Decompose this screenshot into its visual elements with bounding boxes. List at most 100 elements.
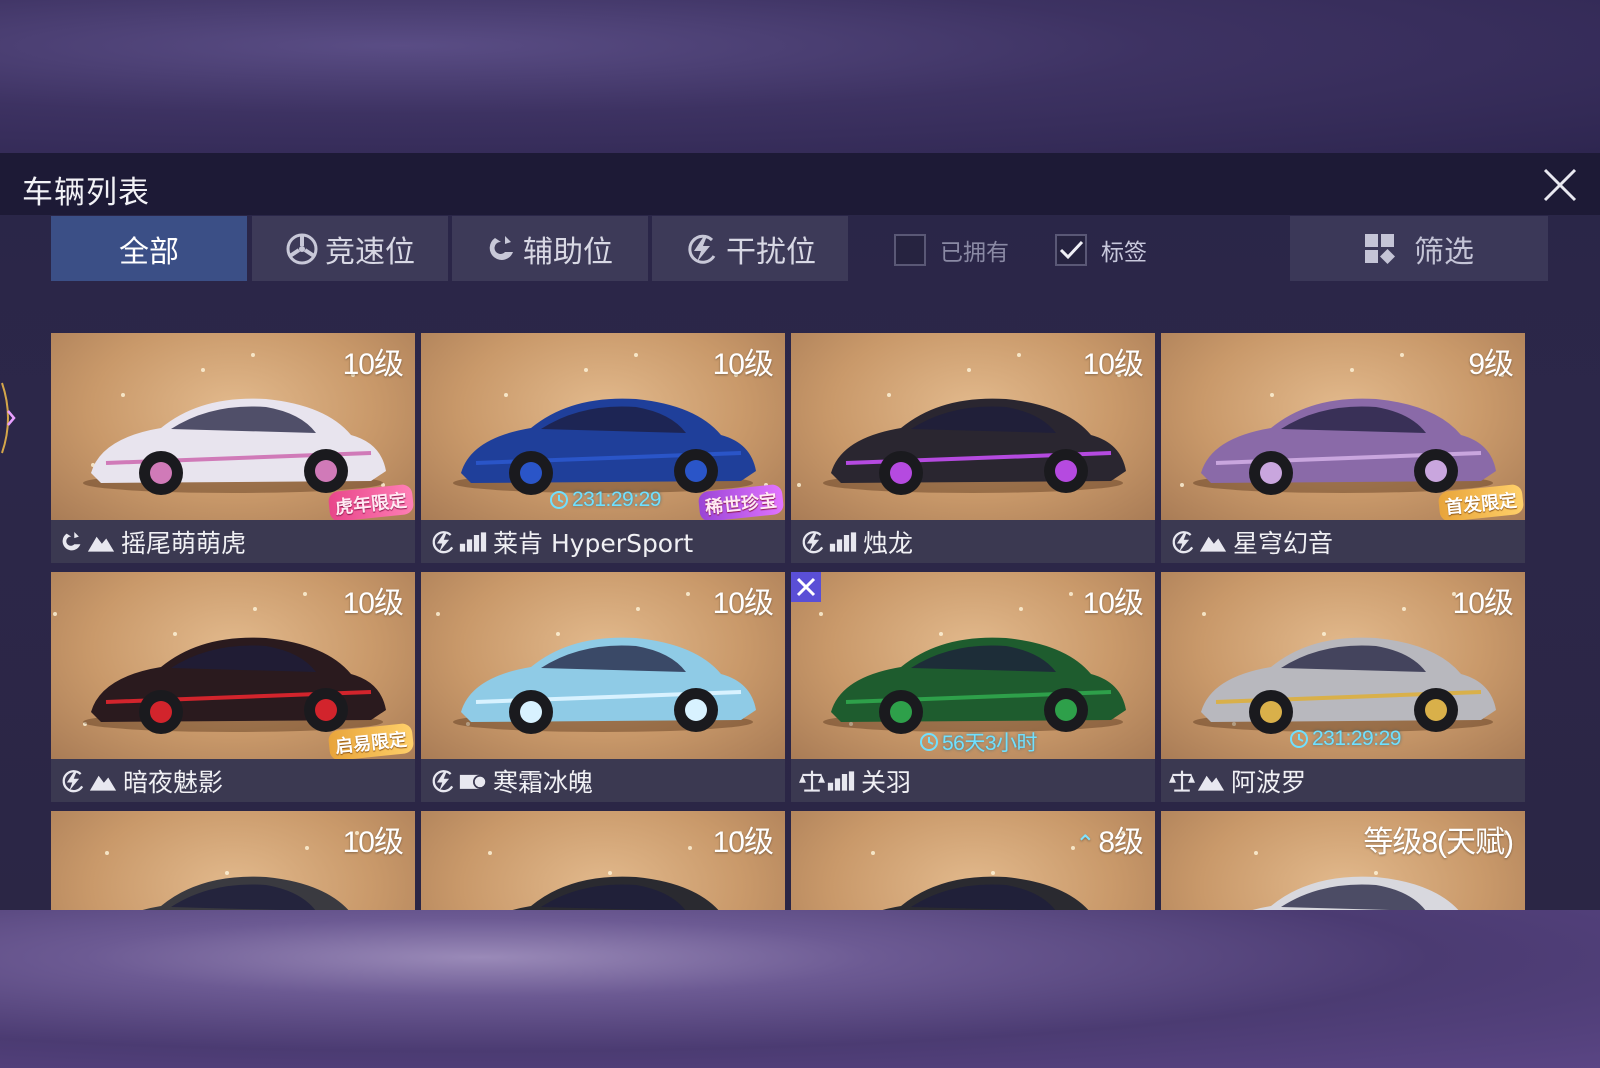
owned-checkbox[interactable]: 已拥有 [894, 233, 1009, 267]
vehicle-level: 10级 [1452, 578, 1514, 622]
tags-checkbox-box[interactable] [1055, 234, 1087, 266]
close-icon [1543, 168, 1577, 202]
lightning-icon [429, 529, 457, 555]
clock-icon [550, 491, 568, 509]
checkmark-icon [1059, 240, 1084, 260]
wrench-hammer-icon [796, 577, 816, 597]
vehicle-name: 阿波罗 [1231, 767, 1307, 797]
vehicle-card-image: 10级 启易限定 [51, 572, 415, 762]
lightning-icon [688, 234, 716, 264]
panel-header: 车辆列表 [0, 153, 1600, 215]
vehicle-level-text: 10级 [712, 587, 774, 620]
tab-all[interactable]: 全部 [51, 216, 247, 281]
vehicle-card[interactable]: 10级 231:29:29 稀世珍宝 莱肯 HyperSport [421, 333, 785, 563]
vehicle-card-image: 10级 虎年限定 [51, 333, 415, 523]
vehicle-name: 寒霜冰魄 [493, 767, 594, 797]
vehicle-level-text: 10级 [1082, 587, 1144, 620]
mountain-icon [1199, 531, 1227, 553]
vehicle-list-panel: 车辆列表 全部 竞速位 辅助位 干扰位 已拥有 标签 筛选 10级 虎年限定 摇… [0, 153, 1600, 910]
vehicle-card[interactable]: 等级8(天赋) [1161, 811, 1525, 910]
vehicle-level-text: 10级 [342, 826, 404, 859]
lightning-icon [799, 529, 827, 555]
vehicle-level-text: 10级 [712, 348, 774, 381]
vehicle-level-text: 9级 [1468, 348, 1514, 381]
vehicle-name: 烛龙 [863, 528, 914, 558]
vehicle-card[interactable]: 10级 56天3小时关羽 [791, 572, 1155, 802]
vehicle-level: 10级 [342, 578, 404, 622]
vehicle-card[interactable]: 10级烛龙 [791, 333, 1155, 563]
filter-grid-icon [1365, 233, 1395, 264]
engine-icon [459, 770, 487, 792]
tab-label: 辅助位 [523, 234, 613, 270]
vehicle-level: 10级 [343, 339, 404, 383]
vehicle-card-image: 10级 231:29:29 [1161, 572, 1525, 759]
owned-checkbox-box[interactable] [894, 234, 926, 266]
panel-title: 车辆列表 [22, 175, 150, 211]
tab-interference[interactable]: 干扰位 [652, 216, 848, 281]
mountain-icon [89, 770, 117, 792]
background-bottom [0, 910, 1600, 1068]
vehicle-card[interactable]: 10级 [51, 811, 415, 910]
vehicle-card-image: 10级 [51, 811, 415, 910]
vehicle-card-footer: 烛龙 [791, 520, 1155, 563]
tab-racer[interactable]: 竞速位 [252, 216, 448, 281]
speed-bars-icon [829, 531, 857, 553]
vehicle-name: 莱肯 HyperSport [493, 528, 694, 558]
tab-support[interactable]: 辅助位 [452, 216, 648, 281]
vehicle-card-image: 等级8(天赋) [1161, 811, 1525, 910]
clock-icon [920, 733, 938, 751]
vehicle-timer-text: 56天3小时 [942, 732, 1038, 755]
vehicle-name: 摇尾萌萌虎 [121, 528, 247, 558]
vehicle-card-image: 10级 [421, 811, 785, 910]
vehicle-timer: 231:29:29 [549, 488, 661, 512]
vehicle-card[interactable]: 10级 虎年限定摇尾萌萌虎 [51, 333, 415, 563]
tool-badge [791, 572, 821, 602]
vehicle-level: 10级 [713, 817, 774, 861]
lightning-icon [59, 768, 87, 794]
balance-icon [1169, 768, 1195, 794]
vehicle-level: ⌃ 8级 [1075, 817, 1144, 861]
vehicle-card-footer: 阿波罗 [1161, 759, 1525, 802]
mountain-icon [87, 531, 115, 553]
vehicle-card-footer: 莱肯 HyperSport [421, 520, 785, 563]
vehicle-card[interactable]: 9级 首发限定星穹幻音 [1161, 333, 1525, 563]
vehicle-name: 暗夜魅影 [123, 767, 224, 797]
vehicle-timer: 231:29:29 [1289, 727, 1401, 751]
vehicle-card[interactable]: 10级 启易限定暗夜魅影 [51, 572, 415, 802]
vehicle-name: 星穹幻音 [1233, 528, 1334, 558]
vehicle-level-text: 等级8(天赋) [1363, 826, 1514, 859]
tab-label: 干扰位 [726, 234, 816, 270]
filter-label: 筛选 [1414, 234, 1474, 270]
side-expand-arrow[interactable] [0, 373, 24, 463]
vehicle-level-text: 10级 [1452, 587, 1514, 620]
vehicle-card-footer: 关羽 [791, 759, 1155, 802]
clock-icon [1290, 730, 1308, 748]
vehicle-timer-text: 231:29:29 [572, 488, 661, 511]
level-up-icon: ⌃ [1075, 831, 1095, 858]
filter-button[interactable]: 筛选 [1290, 216, 1548, 281]
vehicle-level-text: 10级 [1082, 348, 1144, 381]
close-button[interactable] [1540, 165, 1580, 205]
vehicle-card[interactable]: 10级寒霜冰魄 [421, 572, 785, 802]
vehicle-timer-text: 231:29:29 [1312, 727, 1401, 750]
owned-label: 已拥有 [940, 240, 1009, 266]
tab-label: 全部 [119, 234, 179, 270]
vehicle-level: 10级 [1082, 578, 1144, 622]
vehicle-card-footer: 暗夜魅影 [51, 759, 415, 802]
chevron-right-icon [1, 382, 16, 454]
balance-icon [799, 768, 825, 794]
vehicle-card[interactable]: 10级 [421, 811, 785, 910]
vehicle-level: 9级 [1468, 339, 1514, 383]
tags-checkbox[interactable]: 标签 [1055, 233, 1147, 267]
support-icon [489, 235, 513, 260]
vehicle-level-text: 10级 [342, 587, 404, 620]
vehicle-card[interactable]: 10级 231:29:29 阿波罗 [1161, 572, 1525, 802]
vehicle-card-image: 9级 首发限定 [1161, 333, 1525, 523]
speed-bars-icon [827, 770, 855, 792]
lightning-icon [429, 768, 457, 794]
tab-label: 竞速位 [325, 234, 415, 270]
vehicle-card[interactable]: ⌃ 8级 [791, 811, 1155, 910]
vehicle-card-image: 10级 231:29:29 稀世珍宝 [421, 333, 785, 523]
vehicle-level-text: 8级 [1098, 826, 1144, 859]
vehicle-card-footer: 星穹幻音 [1161, 520, 1525, 563]
